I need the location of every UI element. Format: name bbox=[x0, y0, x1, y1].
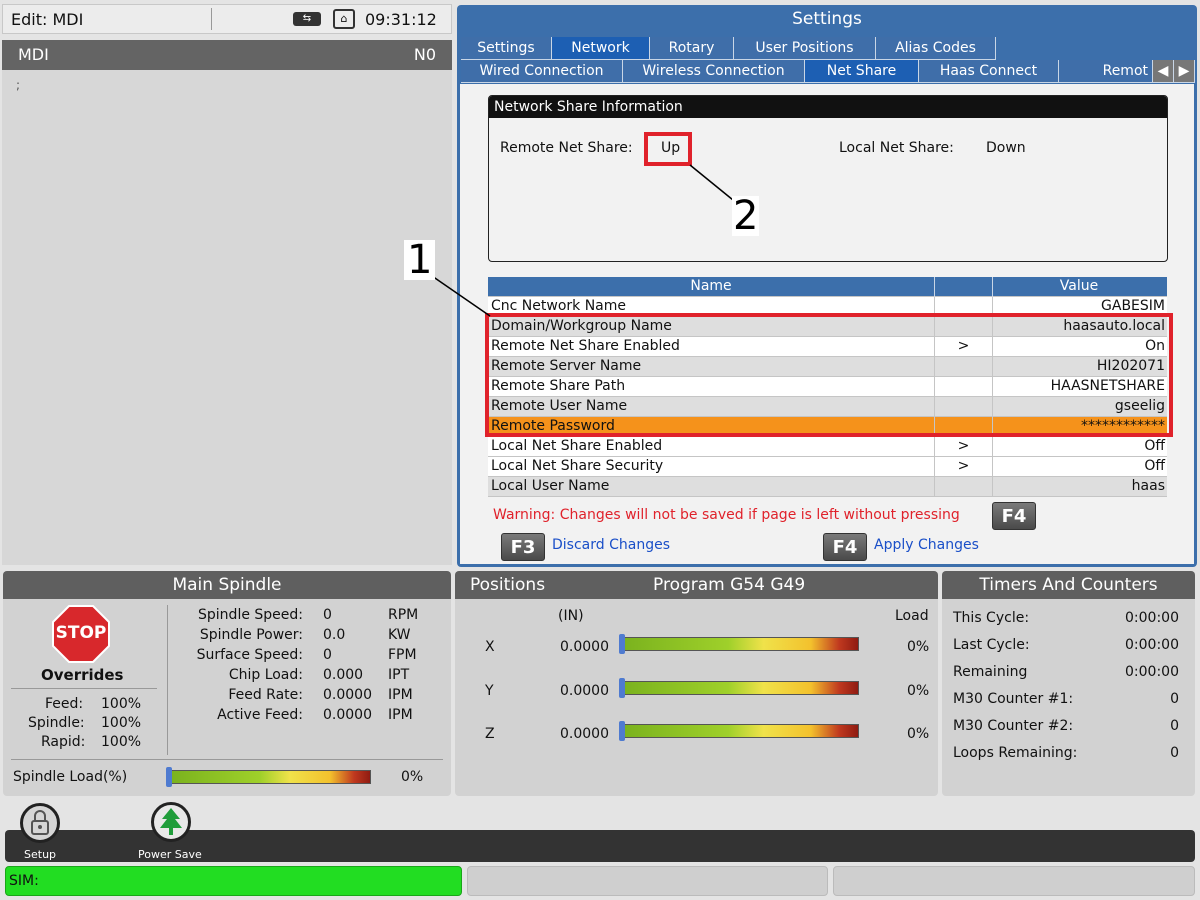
spindle-override-label: Spindle: bbox=[28, 715, 85, 731]
setup-lock-icon[interactable] bbox=[20, 803, 60, 843]
stat-unit: IPM bbox=[388, 687, 413, 703]
feed-override-label: Feed: bbox=[45, 696, 84, 712]
power-save-tree-icon[interactable] bbox=[151, 802, 191, 842]
stat-label: Feed Rate: bbox=[228, 687, 303, 703]
counter-value: 0 bbox=[1170, 745, 1179, 761]
spindle-header: Main Spindle bbox=[3, 571, 451, 599]
axis-value: 0.0000 bbox=[560, 639, 609, 655]
stat-label: Chip Load: bbox=[228, 667, 303, 683]
timer-label: This Cycle: bbox=[953, 610, 1030, 626]
timer-value: 0:00:00 bbox=[1125, 637, 1179, 653]
status-field bbox=[467, 866, 828, 896]
program-label: Program G54 G49 bbox=[653, 575, 806, 595]
axis-load-marker bbox=[619, 678, 625, 698]
timer-label: Last Cycle: bbox=[953, 637, 1030, 653]
spindle-load-marker bbox=[166, 767, 172, 787]
stop-label: STOP bbox=[55, 623, 107, 643]
positions-title: Positions bbox=[470, 575, 546, 595]
timers-panel: Timers And Counters This Cycle: 0:00:00 … bbox=[942, 571, 1195, 796]
stat-unit: IPM bbox=[388, 707, 413, 723]
stat-label: Active Feed: bbox=[217, 707, 303, 723]
stat-value: 0 bbox=[323, 647, 332, 663]
divider bbox=[11, 759, 443, 760]
timer-value: 0:00:00 bbox=[1125, 610, 1179, 626]
axis-load-marker bbox=[619, 721, 625, 741]
stat-label: Spindle Speed: bbox=[198, 607, 303, 623]
overrides-label: Overrides bbox=[41, 666, 124, 684]
stat-unit: IPT bbox=[388, 667, 410, 683]
axis-label: Z bbox=[485, 726, 495, 742]
callout-number-2: 2 bbox=[732, 193, 760, 239]
rapid-override-value: 100% bbox=[101, 734, 142, 750]
sim-status: SIM: bbox=[5, 866, 462, 896]
timer-label: Remaining bbox=[953, 664, 1028, 680]
unit-label: (IN) bbox=[558, 608, 584, 624]
divider bbox=[167, 605, 168, 755]
stat-unit: KW bbox=[388, 627, 411, 643]
axis-load-value: 0% bbox=[907, 639, 930, 655]
axis-value: 0.0000 bbox=[560, 726, 609, 742]
positions-panel: Positions Program G54 G49 (IN) Load X 0.… bbox=[455, 571, 938, 796]
stat-value: 0.0000 bbox=[323, 707, 372, 723]
spindle-override-value: 100% bbox=[101, 715, 142, 731]
main-spindle-panel: Main Spindle STOP Overrides Feed: 100% S… bbox=[3, 571, 451, 796]
spindle-load-value: 0% bbox=[401, 769, 424, 785]
axis-load-marker bbox=[619, 634, 625, 654]
stat-value: 0 bbox=[323, 607, 332, 623]
status-field bbox=[833, 866, 1195, 896]
load-header: Load bbox=[895, 608, 929, 624]
power-save-label: Power Save bbox=[138, 848, 202, 861]
axis-load-bar bbox=[621, 681, 859, 695]
counter-label: M30 Counter #2: bbox=[953, 718, 1074, 734]
timers-header: Timers And Counters bbox=[942, 571, 1195, 599]
stat-unit: FPM bbox=[388, 647, 417, 663]
axis-label: Y bbox=[485, 683, 494, 699]
axis-load-value: 0% bbox=[907, 683, 930, 699]
callout-number-1: 1 bbox=[404, 240, 436, 280]
stat-label: Surface Speed: bbox=[196, 647, 303, 663]
stat-value: 0.0000 bbox=[323, 687, 372, 703]
positions-header: Positions Program G54 G49 bbox=[455, 571, 938, 599]
feed-override-value: 100% bbox=[101, 696, 142, 712]
timer-value: 0:00:00 bbox=[1125, 664, 1179, 680]
axis-load-bar bbox=[621, 637, 859, 651]
setup-label: Setup bbox=[24, 848, 57, 861]
counter-label: Loops Remaining: bbox=[953, 745, 1078, 761]
axis-value: 0.0000 bbox=[560, 683, 609, 699]
stat-label: Spindle Power: bbox=[199, 627, 303, 643]
stat-unit: RPM bbox=[388, 607, 419, 623]
stat-value: 0.0 bbox=[323, 627, 346, 643]
axis-label: X bbox=[485, 639, 495, 655]
counter-value: 0 bbox=[1170, 691, 1179, 707]
spindle-load-label: Spindle Load(%) bbox=[13, 769, 128, 785]
counter-label: M30 Counter #1: bbox=[953, 691, 1074, 707]
axis-load-bar bbox=[621, 724, 859, 738]
counter-value: 0 bbox=[1170, 718, 1179, 734]
stat-value: 0.000 bbox=[323, 667, 364, 683]
spindle-load-bar bbox=[169, 770, 371, 784]
rapid-override-label: Rapid: bbox=[41, 734, 86, 750]
divider bbox=[11, 688, 157, 689]
axis-load-value: 0% bbox=[907, 726, 930, 742]
sim-label: SIM: bbox=[9, 873, 39, 889]
